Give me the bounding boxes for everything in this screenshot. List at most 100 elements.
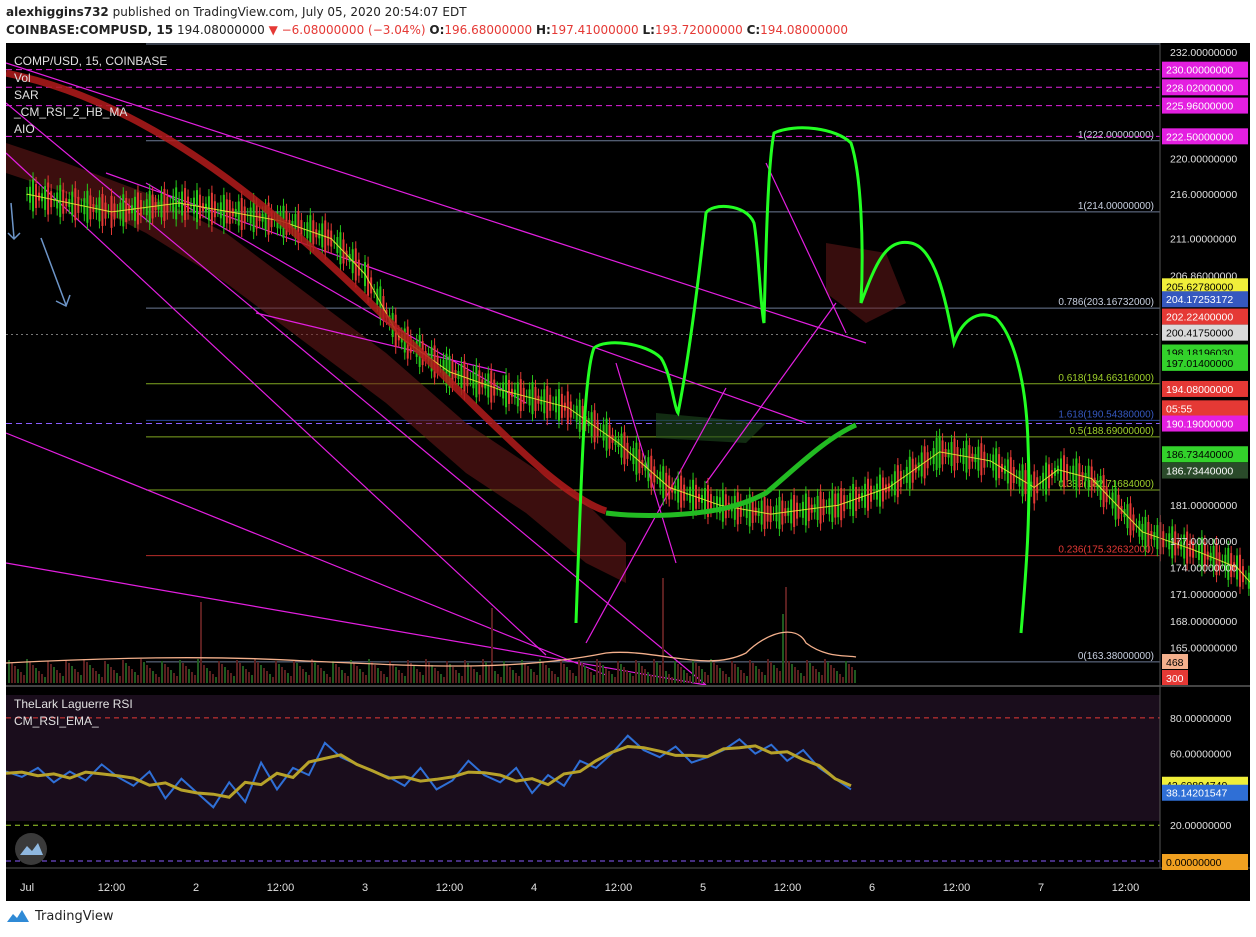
volume-bar [233,676,235,683]
volume-bar [401,673,403,683]
volume-bar [842,677,844,683]
volume-bar [323,671,325,683]
volume-bar [326,674,328,683]
volume-bar [440,674,442,683]
volume-bar [554,674,556,683]
volume-bar [47,661,49,683]
c-label: C: [746,23,761,37]
volume-bar [431,665,433,683]
publish-header: alexhiggins732 published on TradingView.… [6,5,467,19]
volume-badge: 468 [1162,654,1188,669]
volume-badge: 300 [1162,670,1188,685]
volume-bar [416,669,418,683]
volume-bar [101,677,103,683]
volume-bar [527,666,529,683]
volume-bar [815,669,817,683]
volume-bar [506,664,508,683]
volume-bar [647,672,649,683]
volume-bar [587,669,589,683]
rsi-legend-entry: TheLark Laguerre RSI [14,697,133,711]
volume-bar [530,669,532,683]
bottom-badge: 0.00000000 [1162,854,1248,870]
legend-entry: Vol [14,71,31,85]
volume-bar [830,665,832,683]
time-axis-label: 4 [531,882,537,894]
volume-bar [548,668,550,683]
price-badge-label: 202.22400000 [1166,312,1233,324]
volume-bar [221,664,223,683]
volume-bar [575,676,577,683]
volume-bar [632,676,634,683]
price-axis-label: 171.00000000 [1170,589,1237,601]
price-badge-label: 05:55 [1166,403,1192,415]
volume-bar [242,666,244,683]
volume-bar [272,677,274,683]
volume-bar [677,664,679,683]
volume-bar [707,675,709,683]
volume-bar [638,663,640,683]
volume-bar [695,663,697,683]
price-axis-label: 174.00000000 [1170,562,1237,574]
volume-bar [179,660,181,683]
volume-bar [344,673,346,683]
volume-bar [245,669,247,683]
volume-bar [569,670,571,683]
volume-bar [605,668,607,683]
volume-bar [398,670,400,683]
close-value: 194.08000000 [760,23,848,37]
volume-bar [743,673,745,683]
legend-entry: COMP/USD, 15, COINBASE [14,54,167,68]
volume-bar [269,674,271,683]
volume-bar [698,666,700,683]
tradingview-logo-icon [7,910,29,922]
volume-bar [386,677,388,683]
volume-bar [545,665,547,683]
volume-bar [824,659,826,683]
volume-bar [95,671,97,683]
volume-bar [377,668,379,683]
volume-bar [200,602,202,683]
volume-bar [182,663,184,683]
rsi-badge: 38.14201547 [1162,784,1248,801]
volume-bar [611,674,613,683]
volume-bar [437,671,439,683]
volume-bar [365,675,367,683]
volume-bar [143,662,145,683]
volume-bar [164,664,166,683]
volume-bar [650,675,652,683]
volume-bar [41,674,43,683]
publisher-name[interactable]: alexhiggins732 [6,5,109,19]
time-axis-label: 12:00 [774,882,802,894]
volume-bar [44,677,46,683]
volume-bar [194,675,196,683]
time-axis-label: 7 [1038,882,1044,894]
volume-bar [563,664,565,683]
volume-bar [167,667,169,683]
volume-bar [479,675,481,683]
volume-bar [719,668,721,683]
symbol-header: COINBASE:COMPUSD, 15 194.08000000 ▼ −6.0… [6,23,848,37]
volume-bar [620,664,622,683]
volume-bar [482,659,484,683]
volume-bar [203,665,205,683]
tradingview-footer[interactable]: TradingView [6,908,114,924]
volume-bar [356,666,358,683]
volume-bar [515,673,517,683]
volume-bar [275,661,277,683]
volume-bar [833,668,835,683]
volume-bar [290,676,292,683]
volume-bar [746,676,748,683]
publish-info: published on TradingView.com, July 05, 2… [112,5,467,19]
volume-bar [653,659,655,683]
fib-level-label: 1(214.00000000) [1078,201,1154,212]
price-badge: 197.01400000 [1162,354,1248,371]
volume-bar [734,664,736,683]
trading-chart[interactable]: 0.786(232.89260000) 1(222.00000000) 1(214.… [6,43,1250,901]
volume-bar [446,661,448,683]
volume-bar [65,660,67,683]
price-badge-label: 225.96000000 [1166,101,1233,113]
open-value: 196.68000000 [444,23,533,37]
volume-bar [50,664,52,683]
volume-bar [14,666,16,683]
volume-bar [62,676,64,683]
